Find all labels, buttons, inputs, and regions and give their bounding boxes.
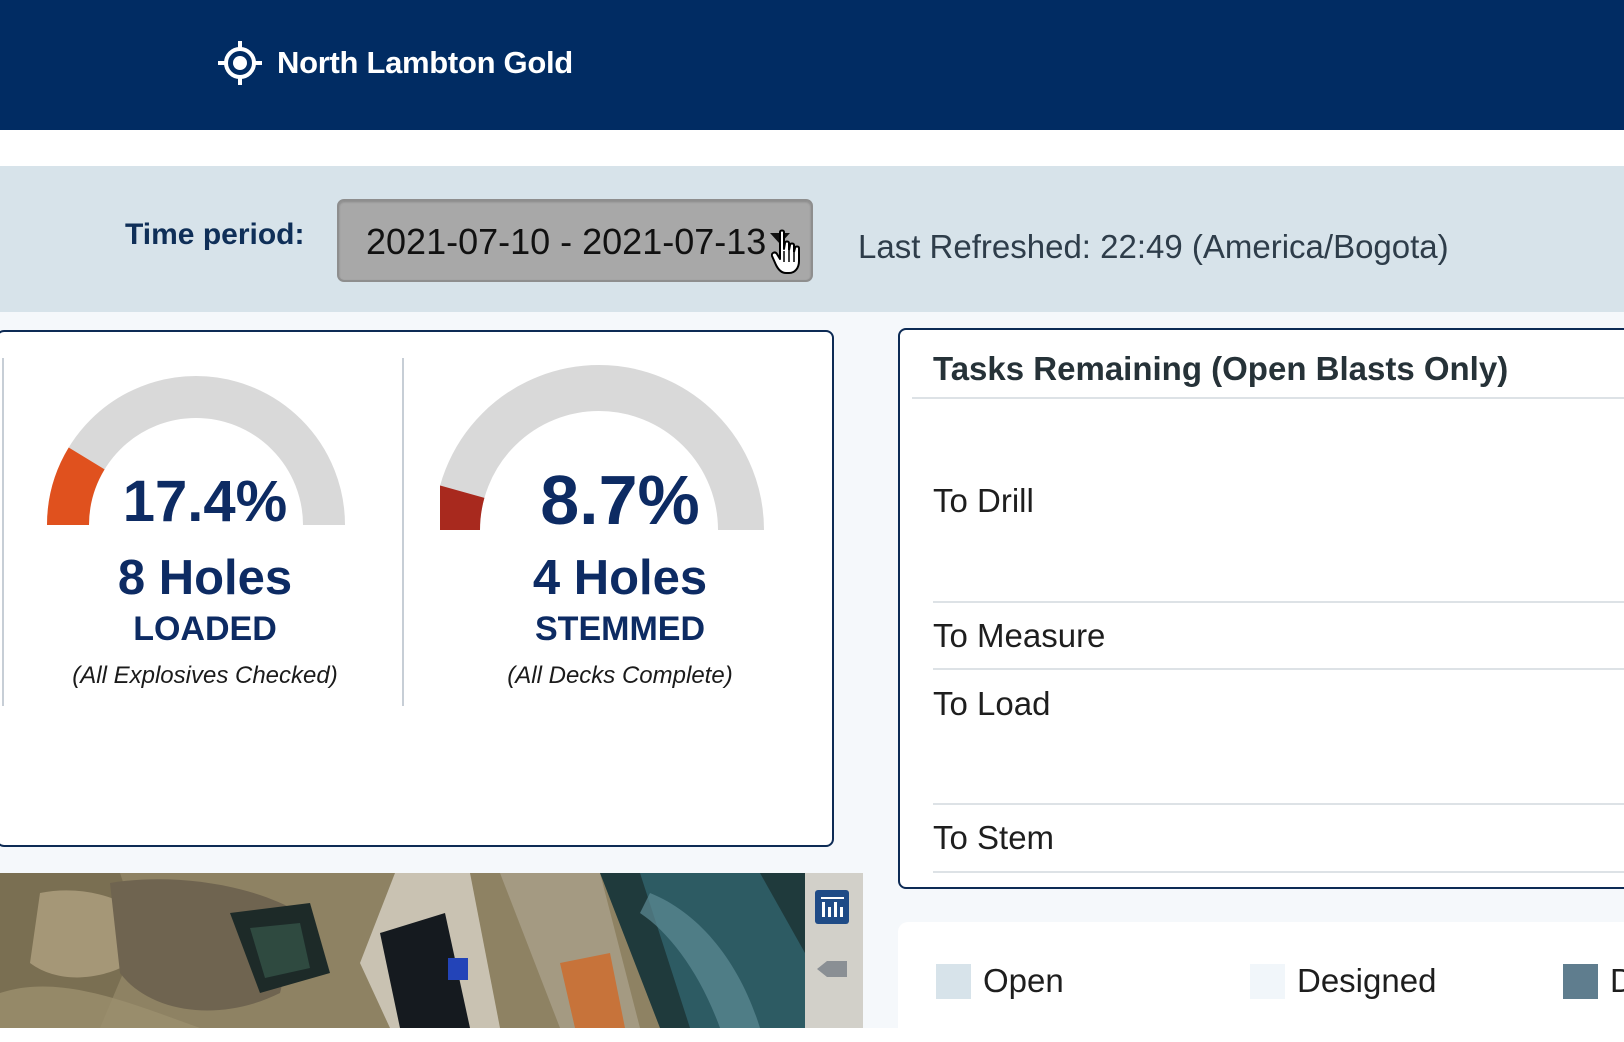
task-to-drill: To Drill — [933, 482, 1034, 519]
arrow-left-icon[interactable] — [815, 958, 849, 980]
tasks-title: Tasks Remaining (Open Blasts Only) — [933, 350, 1509, 387]
brand[interactable]: North Lambton Gold — [215, 38, 573, 88]
legend-label: Open — [983, 962, 1064, 999]
legend-swatch — [936, 963, 971, 999]
stemmed-gauge: 8.7% 4 Holes STEMMED (All Decks Complete… — [440, 365, 800, 710]
map-imagery — [0, 873, 863, 1028]
divider — [912, 397, 1624, 399]
time-period-dropdown[interactable]: 2021-07-10 - 2021-07-13 — [337, 199, 813, 282]
legend-item-designed: Designed — [1250, 962, 1436, 1000]
layers-toolbar-icon[interactable] — [815, 890, 849, 924]
crosshair-icon — [218, 41, 262, 85]
stemmed-percent: 8.7% — [540, 461, 700, 539]
legend-swatch — [1250, 963, 1285, 999]
legend-swatch — [1563, 963, 1598, 999]
divider — [933, 601, 1624, 603]
task-to-load: To Load — [933, 685, 1051, 722]
bar-chart-icon — [821, 897, 844, 917]
top-app-bar: North Lambton Gold — [0, 0, 1624, 130]
loaded-gauge: 17.4% 8 Holes LOADED (All Explosives Che… — [20, 370, 390, 710]
legend-item-d: D — [1563, 962, 1624, 1000]
divider — [933, 668, 1624, 670]
hand-cursor-icon — [771, 229, 800, 274]
gauge-divider — [402, 358, 404, 706]
spacer — [0, 130, 1624, 166]
divider — [933, 803, 1624, 805]
brand-name: North Lambton Gold — [277, 45, 573, 80]
loaded-status: LOADED — [133, 610, 277, 648]
task-to-stem: To Stem — [933, 819, 1055, 856]
stemmed-holes: 4 Holes — [532, 551, 708, 605]
stemmed-note: (All Decks Complete) — [507, 662, 733, 689]
loaded-note: (All Explosives Checked) — [72, 662, 338, 689]
satellite-map[interactable] — [0, 873, 863, 1028]
task-to-measure: To Measure — [933, 617, 1106, 654]
gauge-divider — [2, 358, 4, 706]
loaded-percent: 17.4% — [122, 469, 288, 534]
time-period-label: Time period: — [125, 218, 305, 251]
time-period-value: 2021-07-10 - 2021-07-13 — [366, 221, 767, 262]
divider — [933, 871, 1624, 873]
legend-label: Designed — [1297, 962, 1437, 999]
last-refreshed-text: Last Refreshed: 22:49 (America/Bogota) — [858, 228, 1449, 265]
loaded-holes: 8 Holes — [117, 551, 293, 605]
legend-label: D — [1610, 962, 1624, 999]
stemmed-status: STEMMED — [535, 610, 705, 648]
legend-item-open: Open — [936, 962, 1064, 1000]
